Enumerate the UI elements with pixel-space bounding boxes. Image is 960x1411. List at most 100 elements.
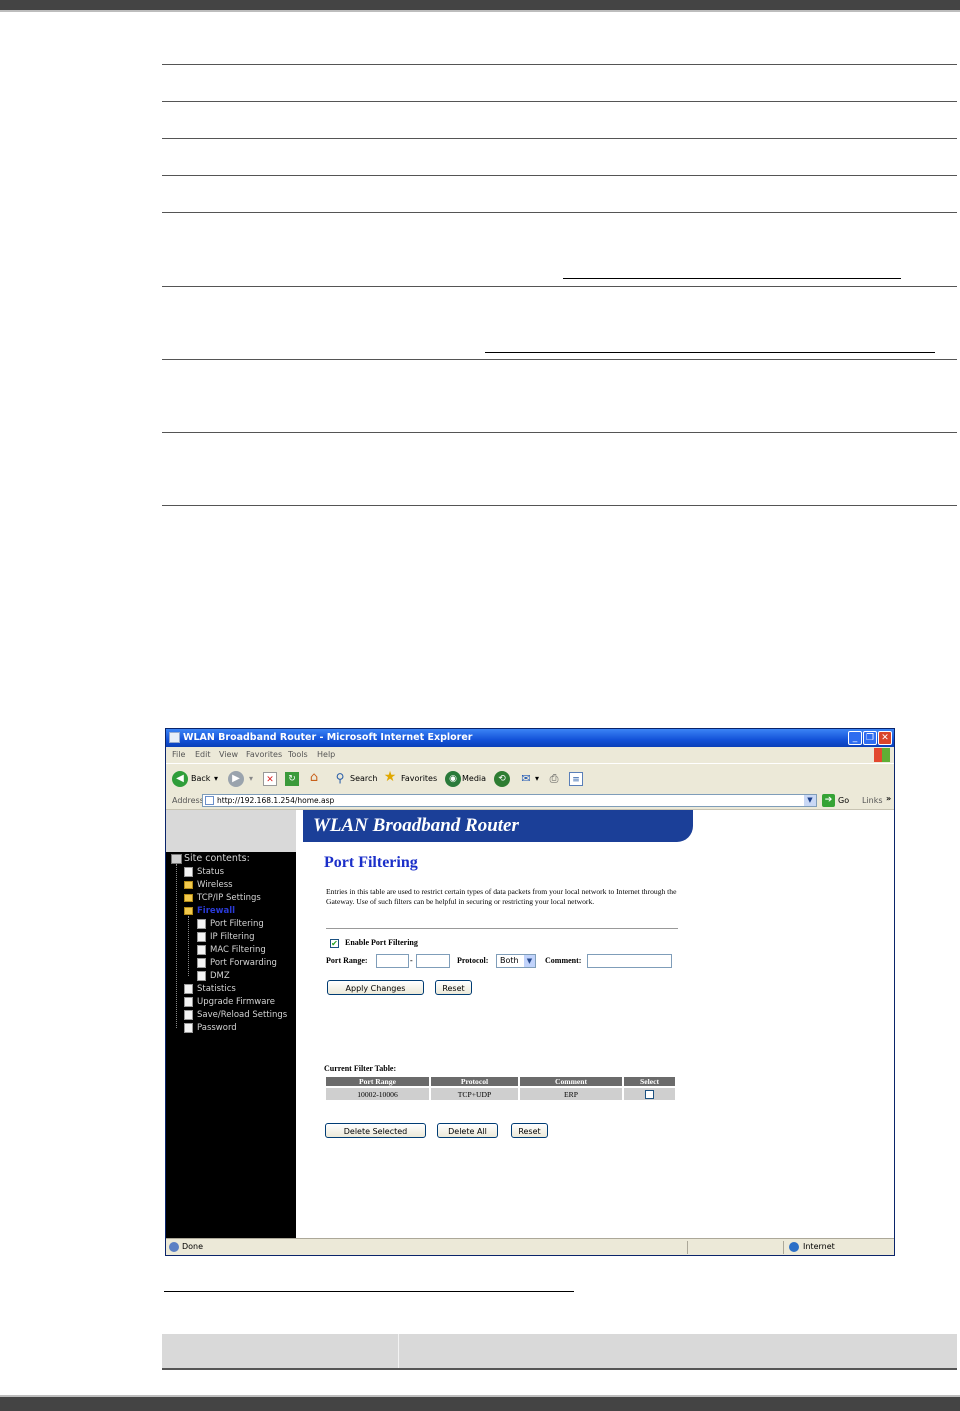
protocol-label: Protocol: bbox=[457, 956, 489, 965]
go-button[interactable]: Go bbox=[838, 796, 849, 805]
port-range-label: Port Range: bbox=[326, 956, 368, 965]
menu-tools[interactable]: Tools bbox=[288, 747, 308, 763]
comment-cell: ERP bbox=[520, 1088, 622, 1100]
reset-button[interactable]: Reset bbox=[435, 980, 472, 995]
site-tree-icon bbox=[171, 854, 182, 864]
document-rule bbox=[162, 286, 957, 287]
page-viewport: WLAN Broadband Router Site contents: Sta… bbox=[166, 810, 894, 1238]
menu-view[interactable]: View bbox=[219, 747, 238, 763]
page-icon bbox=[205, 796, 214, 805]
security-zone: Internet bbox=[803, 1242, 835, 1251]
favorites-star-icon[interactable]: ★ bbox=[383, 770, 397, 784]
back-arrow-icon[interactable]: ◀ bbox=[172, 771, 188, 787]
table-column-divider bbox=[398, 1334, 399, 1368]
edit-icon[interactable]: ≡ bbox=[569, 772, 583, 786]
comment-input[interactable] bbox=[587, 954, 672, 968]
windows-flag-icon bbox=[874, 748, 890, 762]
address-label: Address bbox=[172, 796, 204, 805]
address-bar: Address http://192.168.1.254/home.asp ▼ … bbox=[166, 793, 894, 810]
row-select-checkbox[interactable] bbox=[645, 1089, 654, 1099]
menu-favorites[interactable]: Favorites bbox=[246, 747, 282, 763]
menu-file[interactable]: File bbox=[172, 747, 185, 763]
tree-connector bbox=[176, 864, 177, 1028]
address-input[interactable]: http://192.168.1.254/home.asp ▼ bbox=[202, 794, 817, 807]
apply-changes-button[interactable]: Apply Changes bbox=[327, 980, 424, 995]
go-arrow-icon[interactable]: ➔ bbox=[822, 794, 835, 807]
back-dropdown-icon[interactable]: ▾ bbox=[214, 774, 218, 783]
address-url[interactable]: http://192.168.1.254/home.asp bbox=[217, 796, 334, 805]
router-header-spacer bbox=[166, 810, 296, 852]
port-from-input[interactable] bbox=[376, 954, 409, 968]
menu-bar: File Edit View Favorites Tools Help bbox=[166, 747, 894, 763]
router-sidebar: Site contents: Status Wireless TCP/IP Se… bbox=[166, 852, 296, 1238]
address-dropdown-icon[interactable]: ▼ bbox=[804, 795, 816, 806]
document-table-header bbox=[162, 1334, 957, 1370]
sidebar-item-label: TCP/IP Settings bbox=[197, 893, 261, 903]
page-icon bbox=[197, 932, 206, 942]
mail-icon[interactable]: ✉ bbox=[519, 772, 533, 786]
page-title: Port Filtering bbox=[324, 854, 418, 871]
page-icon bbox=[184, 1010, 193, 1020]
minimize-icon[interactable]: _ bbox=[848, 731, 862, 745]
print-icon[interactable]: ⎙ bbox=[547, 772, 561, 786]
document-underline bbox=[164, 1291, 574, 1292]
delete-selected-button[interactable]: Delete Selected bbox=[325, 1123, 426, 1138]
port-to-input[interactable] bbox=[416, 954, 450, 968]
protocol-selected-value: Both bbox=[500, 956, 519, 965]
enable-port-filtering-label: Enable Port Filtering bbox=[345, 938, 418, 947]
select-cell bbox=[624, 1088, 675, 1100]
sidebar-item-label: Upgrade Firmware bbox=[197, 997, 275, 1007]
document-rule bbox=[162, 138, 957, 139]
sidebar-item-label: Firewall bbox=[197, 906, 236, 916]
sidebar-item-label: Wireless bbox=[197, 880, 233, 890]
stop-icon[interactable]: ✕ bbox=[263, 772, 277, 786]
column-header: Protocol bbox=[431, 1077, 518, 1086]
media-label[interactable]: Media bbox=[462, 774, 486, 783]
comment-label: Comment: bbox=[545, 956, 582, 965]
sidebar-item-label: IP Filtering bbox=[210, 932, 255, 942]
sidebar-root-label: Site contents: bbox=[184, 853, 250, 864]
media-icon[interactable]: ◉ bbox=[445, 771, 461, 787]
window-title: WLAN Broadband Router - Microsoft Intern… bbox=[183, 732, 473, 743]
menu-help[interactable]: Help bbox=[317, 747, 335, 763]
close-icon[interactable]: ✕ bbox=[878, 731, 892, 745]
folder-icon bbox=[184, 894, 193, 902]
enable-port-filtering-checkbox[interactable]: ✔ bbox=[330, 939, 339, 948]
router-banner: WLAN Broadband Router bbox=[303, 810, 693, 842]
links-chevron-icon[interactable]: » bbox=[886, 794, 891, 803]
mail-dropdown-icon[interactable]: ▾ bbox=[535, 774, 539, 783]
sidebar-item-label: Password bbox=[197, 1023, 237, 1033]
menu-edit[interactable]: Edit bbox=[195, 747, 211, 763]
search-label[interactable]: Search bbox=[350, 774, 377, 783]
page-icon bbox=[184, 984, 193, 994]
chevron-down-icon: ▼ bbox=[524, 955, 535, 967]
browser-window: WLAN Broadband Router - Microsoft Intern… bbox=[165, 728, 895, 1256]
favorites-label[interactable]: Favorites bbox=[401, 774, 437, 783]
table-header-row: Port Range Protocol Comment Select bbox=[326, 1077, 675, 1086]
document-rule bbox=[162, 101, 957, 102]
status-bar: Done Internet bbox=[166, 1238, 894, 1255]
back-label[interactable]: Back bbox=[191, 774, 210, 783]
sidebar-item-label: Statistics bbox=[197, 984, 236, 994]
status-divider bbox=[687, 1241, 688, 1254]
forward-dropdown-icon[interactable]: ▾ bbox=[249, 774, 253, 783]
history-icon[interactable]: ⟲ bbox=[494, 771, 510, 787]
document-underline bbox=[485, 352, 935, 353]
delete-all-button[interactable]: Delete All bbox=[437, 1123, 498, 1138]
ie-page-icon bbox=[169, 732, 180, 743]
search-icon[interactable]: ⚲ bbox=[333, 771, 347, 785]
forward-arrow-icon[interactable]: ▶ bbox=[228, 771, 244, 787]
page-icon bbox=[197, 919, 206, 929]
protocol-cell: TCP+UDP bbox=[431, 1088, 518, 1100]
restore-icon[interactable]: ❐ bbox=[863, 731, 877, 745]
sidebar-item-label: MAC Filtering bbox=[210, 945, 266, 955]
page-icon bbox=[197, 958, 206, 968]
refresh-icon[interactable]: ↻ bbox=[285, 772, 299, 786]
reset-table-button[interactable]: Reset bbox=[511, 1123, 548, 1138]
page-icon bbox=[184, 1023, 193, 1033]
home-icon[interactable]: ⌂ bbox=[307, 771, 321, 785]
links-button[interactable]: Links bbox=[862, 796, 883, 805]
page-icon bbox=[184, 997, 193, 1007]
protocol-select[interactable]: Both ▼ bbox=[496, 954, 536, 968]
page-icon bbox=[197, 971, 206, 981]
